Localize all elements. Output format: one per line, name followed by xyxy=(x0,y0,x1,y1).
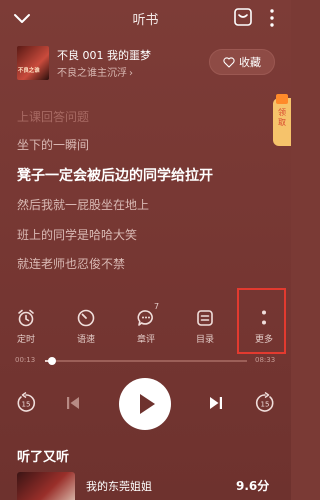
speed-gauge-icon xyxy=(77,309,95,327)
transcript-line: 坐下的一瞬间 xyxy=(17,138,90,152)
transcript-line-current: 凳子一定会被后边的同学给拉开 xyxy=(17,168,213,184)
progress-knob[interactable] xyxy=(48,357,56,365)
progress-bar[interactable]: 00:13 08:33 xyxy=(0,354,291,368)
recommend-score: 9.6分 xyxy=(236,479,270,493)
more-vertical-icon[interactable] xyxy=(264,7,280,29)
chapter-comment-label: 章评 xyxy=(136,335,155,345)
reward-badge[interactable]: 领取 xyxy=(273,94,291,146)
alarm-clock-icon xyxy=(18,309,34,327)
elapsed-time: 00:13 xyxy=(15,356,36,364)
timer-button[interactable]: 定时 xyxy=(6,304,46,350)
catalog-label: 目录 xyxy=(195,335,214,345)
bookshelf-icon[interactable] xyxy=(233,7,253,27)
book-info: 不良之谁 不良 001 我的噩梦 不良之谁主沉浮 › 收藏 xyxy=(0,42,291,82)
recommend-name: 我的东莞姐姐 xyxy=(86,480,152,493)
speed-label: 语速 xyxy=(76,335,95,345)
progress-track[interactable] xyxy=(45,360,247,362)
heart-icon xyxy=(223,56,235,68)
transcript-line: 然后我就一屁股坐在地上 xyxy=(17,198,150,212)
catalog-button[interactable]: 目录 xyxy=(185,304,225,350)
collect-label: 收藏 xyxy=(239,56,261,69)
recommend-item[interactable]: 我的东莞姐姐 9.6分 xyxy=(0,470,291,500)
playback-controls: 15 15 xyxy=(0,376,291,432)
transcript-line: 就连老师也忍俊不禁 xyxy=(17,257,126,271)
timer-label: 定时 xyxy=(16,335,35,345)
speed-button[interactable]: 语速 xyxy=(66,304,106,350)
cover-text: 不良之谁 xyxy=(18,67,40,74)
forward-15-icon[interactable]: 15 xyxy=(254,392,276,414)
book-cover[interactable]: 不良之谁 xyxy=(17,46,49,80)
rewind-seconds: 15 xyxy=(22,401,31,409)
total-time: 08:33 xyxy=(255,356,276,364)
gift-icon xyxy=(276,94,288,104)
recommend-cover xyxy=(17,472,75,500)
chapter-comment-button[interactable]: 7 章评 xyxy=(126,302,166,350)
catalog-icon xyxy=(197,310,213,326)
collect-button[interactable]: 收藏 xyxy=(209,49,275,75)
highlight-box xyxy=(237,288,286,354)
play-button[interactable] xyxy=(119,378,171,430)
transcript-line: 班上的同学是哈哈大笑 xyxy=(17,228,138,242)
transcript-line: 上课回答问题 xyxy=(17,110,90,124)
chevron-right-icon: › xyxy=(129,68,133,79)
book-author: 不良之谁主沉浮 xyxy=(57,68,127,79)
forward-seconds: 15 xyxy=(261,401,270,409)
play-icon xyxy=(140,394,155,414)
top-bar: 听书 xyxy=(0,0,291,36)
book-author-link[interactable]: 不良之谁主沉浮 › xyxy=(57,64,133,79)
player-screen: 听书 不良之谁 不良 001 我的噩梦 不良之谁主沉浮 › 收藏 领取 上课回答… xyxy=(0,0,291,500)
recommend-title: 听了又听 xyxy=(17,450,70,465)
reward-label: 领取 xyxy=(278,108,286,127)
previous-chapter-icon[interactable] xyxy=(64,394,82,412)
comment-icon xyxy=(137,310,153,326)
next-chapter-icon[interactable] xyxy=(207,394,225,412)
comment-count-badge: 7 xyxy=(154,302,160,311)
rewind-15-icon[interactable]: 15 xyxy=(15,392,37,414)
book-title: 不良 001 我的噩梦 xyxy=(57,49,151,62)
